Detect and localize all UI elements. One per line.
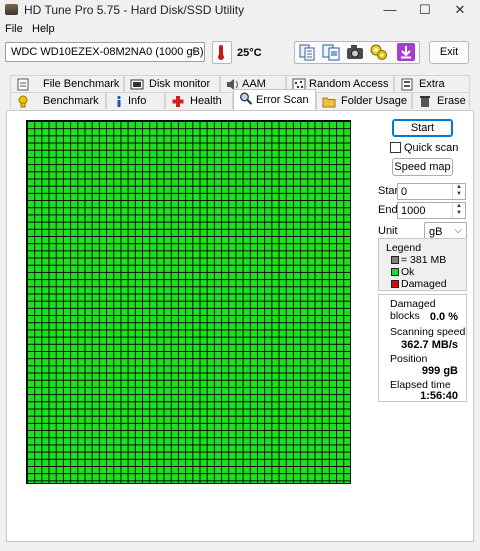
benchmark-icon [18, 95, 28, 108]
exit-button[interactable]: Exit [429, 41, 469, 64]
menu-bar: File Help [0, 21, 480, 38]
start-field[interactable]: 0 ▲ ▼ [397, 183, 466, 200]
legend-ok: Ok [391, 266, 414, 278]
download-icon[interactable] [396, 42, 416, 62]
legend-title: Legend [386, 242, 422, 254]
tab-label: File Benchmark [43, 78, 120, 90]
folder-icon [322, 97, 336, 108]
legend-swatch-ok [391, 268, 399, 276]
info-icon [117, 95, 121, 107]
toolbar: WDC WD10EZEX-08M2NA0 (1000 gB) ⌵ 25°C Ex… [0, 38, 480, 68]
drive-select[interactable]: WDC WD10EZEX-08M2NA0 (1000 gB) ⌵ [5, 42, 205, 62]
tab-label: Info [128, 95, 147, 107]
tab-label: Erase [437, 95, 466, 107]
chevron-up-icon[interactable]: ▲ [453, 184, 465, 191]
title-bar: HD Tune Pro 5.75 - Hard Disk/SSD Utility… [0, 0, 480, 20]
tab-disk-monitor[interactable]: Disk monitor [124, 75, 220, 92]
quick-scan-label: Quick scan [404, 142, 459, 154]
unit-select-value: gB [429, 226, 443, 238]
chevron-up-icon[interactable]: ▲ [453, 203, 465, 210]
tab-health[interactable]: Health [165, 92, 233, 109]
close-button[interactable]: ✕ [443, 0, 477, 20]
copy-info-icon[interactable] [297, 42, 317, 62]
disk-monitor-icon [130, 79, 144, 90]
tab-erase[interactable]: Erase [412, 92, 470, 109]
damaged-blocks-value: 0.0 % [429, 311, 458, 323]
scan-block-map [26, 120, 351, 484]
drive-select-value: WDC WD10EZEX-08M2NA0 (1000 gB) [11, 46, 204, 58]
unit-label: Unit [378, 225, 398, 237]
tab-info[interactable]: Info [106, 92, 165, 109]
menu-help[interactable]: Help [32, 23, 55, 35]
chevron-down-icon: ⌵ [191, 45, 199, 56]
tab-folder-usage[interactable]: Folder Usage [316, 92, 412, 109]
copy-screenshot-icon[interactable] [321, 42, 341, 62]
quick-scan-checkbox[interactable] [390, 142, 401, 153]
chevron-down-icon[interactable]: ▼ [453, 210, 465, 217]
tab-benchmark[interactable]: Benchmark [10, 92, 106, 109]
temperature-indicator [212, 41, 232, 64]
tab-label: Benchmark [43, 95, 99, 107]
end-field-label: End [378, 204, 398, 216]
legend-swatch-block [391, 256, 399, 264]
end-field[interactable]: 1000 ▲ ▼ [397, 202, 466, 219]
extra-tests-icon [401, 78, 413, 91]
minimize-button[interactable]: — [373, 0, 407, 20]
tab-extra-tests[interactable]: Extra tests [394, 75, 470, 106]
tab-error-scan[interactable]: Error Scan [233, 89, 316, 110]
legend-box: Legend = 381 MB Ok Damaged [378, 238, 467, 291]
trash-icon [420, 96, 430, 107]
scanning-speed-value: 362.7 MB/s [401, 339, 458, 351]
temperature-value: 25°C [237, 47, 262, 59]
legend-damaged: Damaged [391, 278, 447, 290]
start-field-value: 0 [401, 186, 408, 198]
legend-block-size: = 381 MB [391, 254, 446, 266]
tab-label: Disk monitor [149, 78, 211, 90]
chevron-down-icon: ⌵ [454, 225, 462, 236]
end-field-value: 1000 [401, 205, 426, 217]
app-icon [5, 4, 18, 15]
legend-swatch-damaged [391, 280, 399, 288]
start-scan-button[interactable]: Start [392, 119, 453, 137]
maximize-button[interactable]: ☐ [408, 0, 442, 20]
position-value: 999 gB [421, 365, 458, 377]
file-benchmark-icon [17, 78, 29, 91]
scanning-speed-label: Scanning speed [390, 326, 466, 338]
thermometer-icon [218, 45, 224, 60]
menu-file[interactable]: File [5, 23, 23, 35]
spinner-arrows[interactable]: ▲ ▼ [452, 203, 465, 218]
elapsed-time-value: 1:56:40 [420, 390, 458, 402]
save-screenshot-icon[interactable] [345, 42, 365, 62]
chevron-down-icon[interactable]: ▼ [453, 191, 465, 198]
tab-strip: File Benchmark Disk monitor AAM Random A… [5, 75, 475, 111]
options-icon[interactable] [369, 42, 389, 62]
scan-stats: Damaged blocks 0.0 % Scanning speed 362.… [378, 294, 467, 402]
magnifier-icon [240, 92, 253, 105]
spinner-arrows[interactable]: ▲ ▼ [452, 184, 465, 199]
tab-label: Folder Usage [341, 95, 408, 107]
tab-file-benchmark[interactable]: File Benchmark [10, 75, 124, 92]
tab-label: Random Access [309, 78, 389, 90]
tab-label: Error Scan [256, 94, 309, 106]
health-icon [172, 96, 184, 107]
speed-map-button[interactable]: Speed map [392, 158, 453, 176]
tab-label: Health [190, 95, 222, 107]
position-label: Position [390, 353, 428, 365]
window-title: HD Tune Pro 5.75 - Hard Disk/SSD Utility [24, 3, 245, 17]
